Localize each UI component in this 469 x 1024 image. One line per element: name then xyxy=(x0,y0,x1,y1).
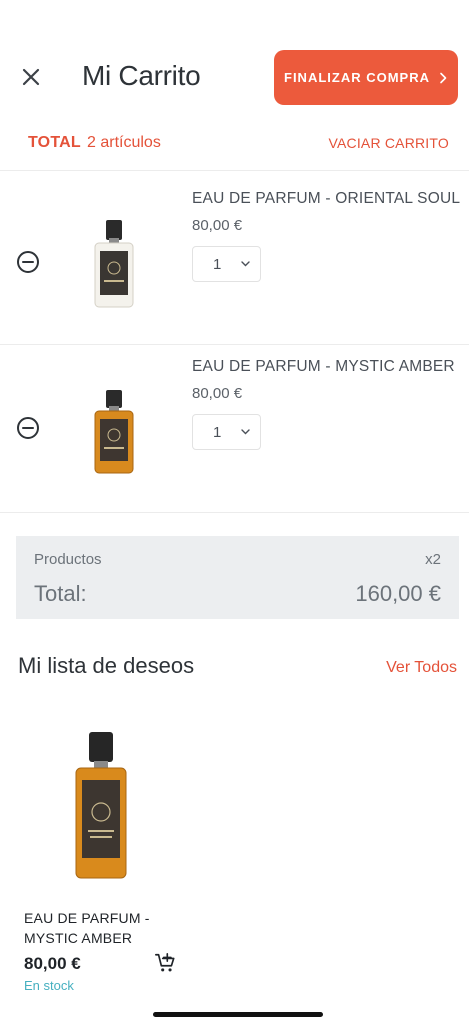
divider xyxy=(0,512,469,513)
home-indicator xyxy=(153,1012,323,1017)
order-summary: Productos x2 Total: 160,00 € xyxy=(16,536,459,619)
remove-item-icon[interactable] xyxy=(16,416,40,440)
item-name: EAU DE PARFUM - ORIENTAL SOUL xyxy=(192,190,461,207)
cart-item: EAU DE PARFUM - ORIENTAL SOUL 80,00 € 1 xyxy=(0,176,469,344)
item-name: EAU DE PARFUM - MYSTIC AMBER xyxy=(192,358,455,375)
products-qty: x2 xyxy=(425,551,441,568)
chevron-down-icon xyxy=(241,261,251,267)
see-all-link[interactable]: Ver Todos xyxy=(386,659,457,677)
total-label: TOTAL xyxy=(28,134,81,151)
item-price: 80,00 € xyxy=(192,217,243,234)
quantity-value: 1 xyxy=(213,423,222,441)
product-image xyxy=(75,732,127,879)
chevron-down-icon xyxy=(241,429,251,435)
products-label: Productos xyxy=(34,551,102,568)
header: Mi Carrito FINALIZAR COMPRA xyxy=(0,0,469,120)
quantity-select[interactable]: 1 xyxy=(192,246,261,282)
total-value: 160,00 € xyxy=(355,581,441,606)
chevron-right-icon xyxy=(440,72,447,83)
product-image xyxy=(94,390,134,474)
divider xyxy=(0,170,469,171)
checkout-button[interactable]: FINALIZAR COMPRA xyxy=(274,50,458,105)
cart-total-bar: TOTAL 2 artículos VACIAR CARRITO xyxy=(0,124,469,162)
quantity-value: 1 xyxy=(213,255,222,273)
stock-status: En stock xyxy=(24,978,74,993)
wishlist-title: Mi lista de deseos xyxy=(18,653,195,678)
total-label: Total: xyxy=(34,581,87,606)
quantity-select[interactable]: 1 xyxy=(192,414,261,450)
remove-item-icon[interactable] xyxy=(16,250,40,274)
item-count: 2 artículos xyxy=(87,134,161,151)
checkout-label: FINALIZAR COMPRA xyxy=(284,70,430,85)
wishlist-item[interactable]: EAU DE PARFUM - MYSTIC AMBER 80,00 € En … xyxy=(24,720,194,1000)
empty-cart-button[interactable]: VACIAR CARRITO xyxy=(328,135,449,151)
wishlist-item-name: EAU DE PARFUM - MYSTIC AMBER xyxy=(24,910,150,946)
add-to-cart-icon[interactable] xyxy=(154,952,176,974)
product-image xyxy=(94,220,134,308)
item-price: 80,00 € xyxy=(192,385,243,402)
close-icon[interactable] xyxy=(18,64,44,90)
cart-item: EAU DE PARFUM - MYSTIC AMBER 80,00 € 1 xyxy=(0,344,469,512)
page-title: Mi Carrito xyxy=(82,60,201,91)
wishlist-item-price: 80,00 € xyxy=(24,954,81,973)
